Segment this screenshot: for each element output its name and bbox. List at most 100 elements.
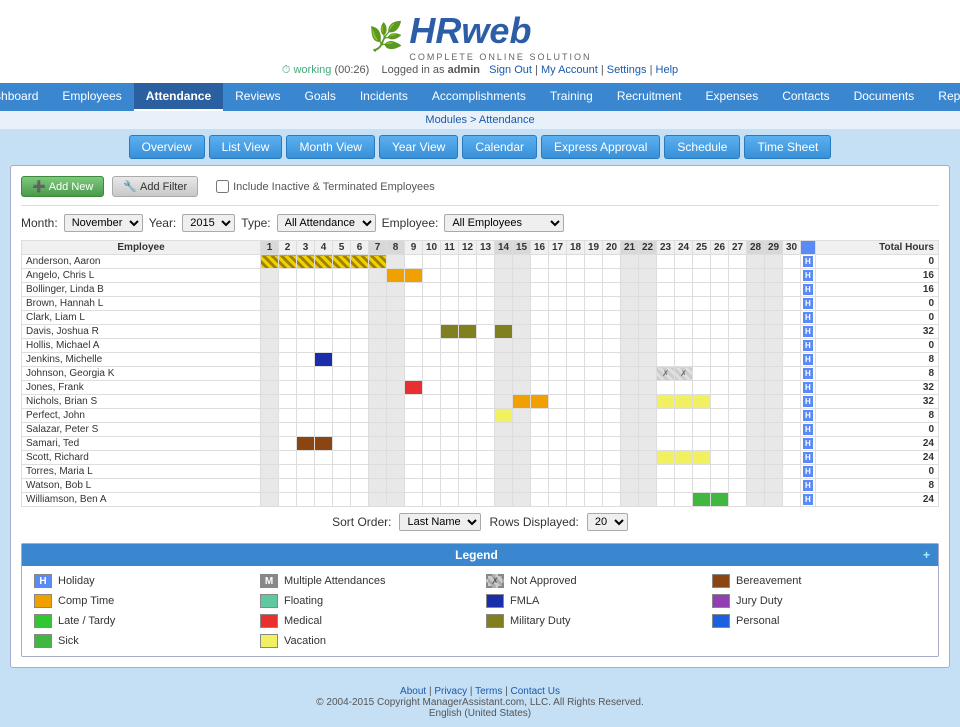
- col-day-22: 22: [639, 241, 657, 255]
- nav-item-documents[interactable]: Documents: [842, 83, 927, 111]
- day-cell-15: [513, 283, 531, 297]
- day-cell-21: [621, 409, 639, 423]
- day-cell-10: [423, 339, 441, 353]
- employee-name: Johnson, Georgia K: [22, 367, 261, 381]
- day-cell-24: [675, 423, 693, 437]
- day-cell-1: [261, 339, 279, 353]
- day-cell-8: [387, 493, 405, 507]
- employee-select[interactable]: All Employees: [444, 214, 564, 232]
- col-day-20: 20: [603, 241, 621, 255]
- col-day-23: 23: [657, 241, 675, 255]
- sub-btn-list-view[interactable]: List View: [209, 135, 283, 159]
- nav-item-incidents[interactable]: Incidents: [348, 83, 420, 111]
- day-cell-11: [441, 311, 459, 325]
- inactive-check-label[interactable]: Include Inactive & Terminated Employees: [216, 180, 435, 193]
- legend-label: Not Approved: [510, 575, 577, 587]
- col-day-1: 1: [261, 241, 279, 255]
- status-bar: ⏱ working (00:26) Logged in as admin Sig…: [0, 62, 960, 79]
- nav-item-attendance[interactable]: Attendance: [134, 83, 223, 111]
- day-cell-20: [603, 465, 621, 479]
- sort-select[interactable]: Last Name: [399, 513, 481, 531]
- nav-item-goals[interactable]: Goals: [292, 83, 347, 111]
- add-filter-button[interactable]: 🔧 Add Filter: [112, 176, 198, 197]
- day-cell-18: [567, 297, 585, 311]
- day-cell-6: [351, 297, 369, 311]
- signout-link[interactable]: Sign Out: [489, 64, 532, 76]
- total-hours-cell: 8: [815, 479, 938, 493]
- day-cell-12: [459, 409, 477, 423]
- terms-link[interactable]: Terms: [475, 686, 502, 697]
- day-cell-19: [585, 395, 603, 409]
- day-cell-10: [423, 409, 441, 423]
- sub-btn-schedule[interactable]: Schedule: [664, 135, 740, 159]
- rows-select[interactable]: 20: [587, 513, 628, 531]
- day-cell-20: [603, 353, 621, 367]
- nav-item-accomplishments[interactable]: Accomplishments: [420, 83, 538, 111]
- nav-item-contacts[interactable]: Contacts: [770, 83, 841, 111]
- legend-item: Medical: [260, 614, 474, 628]
- privacy-link[interactable]: Privacy: [434, 686, 467, 697]
- inactive-checkbox[interactable]: [216, 180, 229, 193]
- day-cell-19: [585, 451, 603, 465]
- day-cell-21: [621, 339, 639, 353]
- day-cell-22: [639, 367, 657, 381]
- day-cell-3: [297, 395, 315, 409]
- help-link[interactable]: Help: [656, 64, 679, 76]
- sub-btn-year-view[interactable]: Year View: [379, 135, 458, 159]
- day-cell-8: [387, 367, 405, 381]
- employee-name: Clark, Liam L: [22, 311, 261, 325]
- sub-btn-time-sheet[interactable]: Time Sheet: [744, 135, 831, 159]
- day-cell-29: [765, 451, 783, 465]
- nav-item-employees[interactable]: Employees: [50, 83, 133, 111]
- logo-text: HRweb: [409, 10, 531, 52]
- myaccount-link[interactable]: My Account: [541, 64, 598, 76]
- day-cell-5: [333, 465, 351, 479]
- day-cell-6: [351, 283, 369, 297]
- employee-name: Jenkins, Michelle: [22, 353, 261, 367]
- month-select[interactable]: November: [64, 214, 143, 232]
- day-cell-5: [333, 311, 351, 325]
- day-cell-6: [351, 395, 369, 409]
- day-cell-24: [675, 297, 693, 311]
- day-cell-20: [603, 339, 621, 353]
- about-link[interactable]: About: [400, 686, 426, 697]
- col-day-26: 26: [711, 241, 729, 255]
- day-cell-15: [513, 339, 531, 353]
- nav-item-training[interactable]: Training: [538, 83, 605, 111]
- nav-item-reports[interactable]: Reports: [926, 83, 960, 111]
- day-cell-18: [567, 395, 585, 409]
- year-label: Year:: [149, 216, 177, 230]
- add-new-button[interactable]: ➕ Add New: [21, 176, 104, 197]
- table-row: Davis, Joshua RH32: [22, 325, 939, 339]
- nav-item-dashboard[interactable]: Dashboard: [0, 83, 50, 111]
- nav-item-reviews[interactable]: Reviews: [223, 83, 292, 111]
- day-cell-25: [693, 395, 711, 409]
- day-cell-30: [783, 311, 801, 325]
- day-cell-26: [711, 297, 729, 311]
- nav-item-expenses[interactable]: Expenses: [694, 83, 771, 111]
- day-cell-8: [387, 423, 405, 437]
- type-select[interactable]: All Attendance: [277, 214, 376, 232]
- day-cell-28: [747, 437, 765, 451]
- contact-link[interactable]: Contact Us: [511, 686, 560, 697]
- day-cell-23: [657, 339, 675, 353]
- sub-btn-overview[interactable]: Overview: [129, 135, 205, 159]
- sub-btn-calendar[interactable]: Calendar: [462, 135, 537, 159]
- year-select[interactable]: 2015: [182, 214, 235, 232]
- day-cell-11: [441, 451, 459, 465]
- total-hours-cell: 8: [815, 367, 938, 381]
- col-day-4: 4: [315, 241, 333, 255]
- day-cell-18: [567, 493, 585, 507]
- sub-btn-express-approval[interactable]: Express Approval: [541, 135, 660, 159]
- day-cell-6: [351, 255, 369, 269]
- day-cell-17: [549, 255, 567, 269]
- breadcrumb: Modules > Attendance: [0, 111, 960, 129]
- day-cell-29: [765, 367, 783, 381]
- day-cell-16: [531, 451, 549, 465]
- sub-btn-month-view[interactable]: Month View: [286, 135, 374, 159]
- legend-swatch: [260, 614, 278, 628]
- nav-item-recruitment[interactable]: Recruitment: [605, 83, 694, 111]
- legend-expand-icon[interactable]: +: [923, 548, 930, 562]
- add-new-label: Add New: [49, 181, 94, 193]
- settings-link[interactable]: Settings: [607, 64, 647, 76]
